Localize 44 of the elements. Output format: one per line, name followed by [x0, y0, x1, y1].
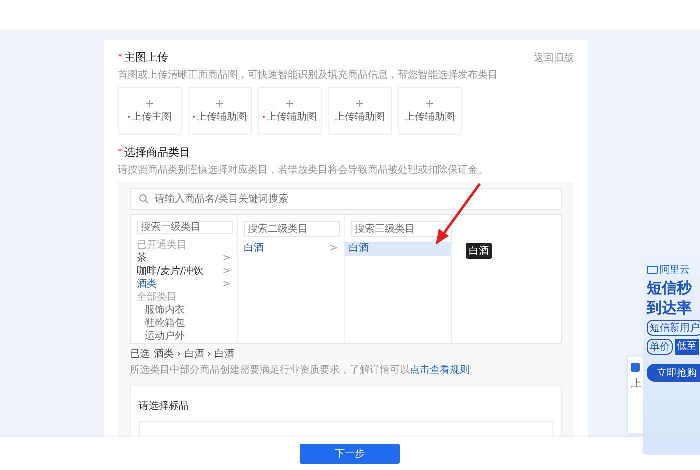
- category-item[interactable]: 鞋靴箱包: [137, 317, 231, 330]
- required-mark: *: [118, 52, 122, 62]
- upload-tile[interactable]: + 上传辅助图: [328, 87, 392, 135]
- category-item[interactable]: 茶 >: [137, 252, 231, 265]
- upload-tile[interactable]: + 上传辅助图: [398, 87, 462, 135]
- category-item[interactable]: 白酒: [345, 242, 451, 256]
- ad-tag: 短信新用户: [647, 320, 700, 336]
- card-title: 上: [631, 376, 643, 391]
- hint-text: 请按照商品类别谨慎选择对应类目，若错放类目将会导致商品被处理或扣除保证金。: [118, 164, 489, 177]
- tooltip: 白酒: [466, 243, 492, 259]
- search-icon: [139, 194, 149, 204]
- category-item[interactable]: 运动户外: [137, 330, 231, 343]
- group-label: 全部类目: [137, 291, 178, 304]
- selected-label: 已选: [130, 348, 150, 361]
- rule-note: 所选类目中部分商品创建需要满足行业资质要求，了解详情可以点击查看规则: [130, 364, 471, 377]
- group-label: 已开通类目: [137, 239, 188, 252]
- brand-name: 阿里云: [660, 264, 690, 277]
- ad-headline: 短信秒: [647, 280, 692, 297]
- search-field[interactable]: 请输入商品名/类目关键词搜索: [130, 188, 562, 210]
- upload-tile[interactable]: + 上传主图: [118, 87, 182, 135]
- annotation-arrow: [435, 183, 481, 245]
- column-search-field[interactable]: 搜索二级类目: [244, 221, 340, 237]
- hint-text: 首图或上传清晰正面商品图，可快速智能识别及填充商品信息，帮您智能选择发布类目: [118, 68, 499, 82]
- column-search-field[interactable]: 搜索三级类目: [351, 221, 447, 237]
- buy-button[interactable]: 立即抢购: [647, 364, 700, 382]
- ad-headline: 到达率: [647, 300, 692, 317]
- category-item[interactable]: 酒类 >: [137, 278, 231, 291]
- upload-tile[interactable]: + 上传辅助图: [188, 87, 252, 135]
- ad-price: 低至: [675, 339, 699, 355]
- rules-link[interactable]: 点击查看规则: [410, 365, 470, 376]
- section-title: 选择商品类目: [124, 145, 190, 160]
- category-item[interactable]: 白酒 >: [244, 242, 338, 255]
- required-mark: *: [118, 148, 122, 158]
- category-path: 酒类 › 白酒 › 白酒: [154, 348, 235, 361]
- column-search-field[interactable]: 搜索一级类目: [137, 221, 233, 234]
- upload-tile[interactable]: + 上传辅助图: [258, 87, 322, 135]
- logo-icon: [647, 266, 658, 274]
- section-title: 主图上传: [124, 50, 168, 65]
- next-button[interactable]: 下一步: [300, 444, 400, 464]
- category-item[interactable]: 咖啡/麦片/冲饮 >: [137, 265, 231, 278]
- ad-tag: 单价: [647, 339, 673, 355]
- category-item[interactable]: 服饰内衣: [137, 304, 231, 317]
- card-title: 请选择标品: [139, 401, 189, 412]
- ad-banner[interactable]: 阿里云 短信秒 到达率 短信新用户 单价 低至 立即抢购: [643, 257, 700, 455]
